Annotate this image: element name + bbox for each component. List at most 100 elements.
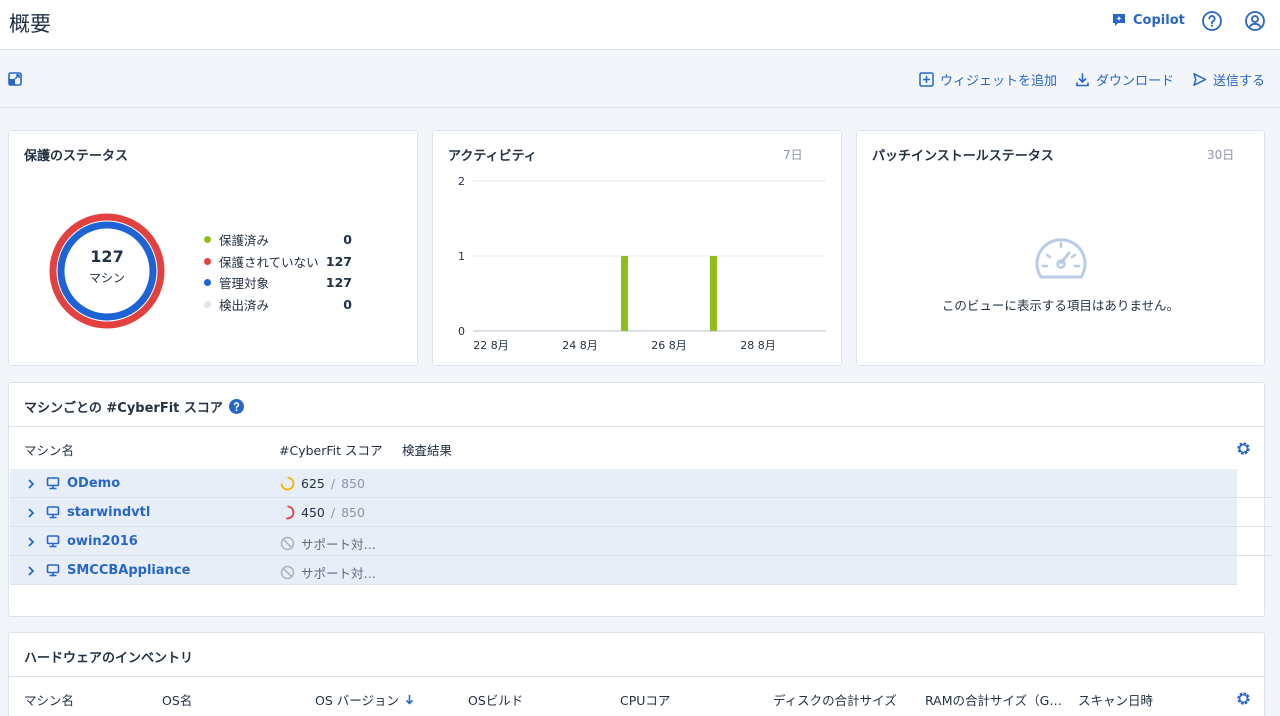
patch-status-title: パッチインストールステータス bbox=[872, 149, 1054, 164]
x-tick-label: 22 8月 bbox=[473, 339, 509, 352]
cyberfit-status-text: サポート対… bbox=[301, 537, 377, 552]
cyberfit-score-max: 850 bbox=[341, 505, 365, 520]
cyberfit-score-value: 450 bbox=[301, 505, 325, 520]
legend-item: 管理対象 127 bbox=[204, 272, 352, 294]
chevron-right-icon[interactable] bbox=[27, 537, 35, 547]
sort-descending-icon[interactable] bbox=[405, 694, 414, 705]
divider bbox=[9, 676, 1264, 677]
row-divider bbox=[1237, 498, 1272, 527]
download-button[interactable]: ダウンロード bbox=[1075, 70, 1174, 89]
speedometer-icon bbox=[1035, 238, 1087, 279]
cyberfit-score-max: 850 bbox=[341, 476, 365, 491]
cyberfit-title: マシンごとの #CyberFit スコア bbox=[24, 401, 223, 416]
column-cpu-cores[interactable]: CPUコア bbox=[620, 690, 670, 709]
help-icon[interactable] bbox=[1201, 10, 1223, 32]
hardware-inventory-title: ハードウェアのインベントリ bbox=[24, 651, 194, 666]
chevron-right-icon[interactable] bbox=[27, 508, 35, 518]
y-tick-label: 0 bbox=[458, 325, 465, 338]
table-row[interactable]: ODemo 625 / 850 bbox=[10, 469, 1237, 498]
activity-bar bbox=[621, 256, 628, 331]
legend-dot-discovered bbox=[204, 300, 211, 308]
add-widget-button[interactable]: ウィジェットを追加 bbox=[919, 70, 1057, 89]
column-settings-gear-icon[interactable] bbox=[1236, 441, 1251, 456]
cyberfit-card: マシンごとの #CyberFit スコア マシン名 #CyberFit スコア … bbox=[8, 382, 1272, 617]
cyberfit-status-text: サポート対… bbox=[301, 566, 377, 581]
dashboard-toolbar: ウィジェットを追加 ダウンロード 送信する bbox=[0, 51, 1280, 108]
score-separator: / bbox=[330, 505, 336, 520]
send-icon bbox=[1193, 73, 1207, 86]
computer-icon bbox=[46, 477, 60, 490]
y-tick-label: 1 bbox=[458, 250, 465, 263]
protection-total: 127 bbox=[90, 247, 124, 266]
page-title: 概要 bbox=[9, 12, 51, 36]
protection-total-label: マシン bbox=[88, 271, 125, 285]
download-label: ダウンロード bbox=[1096, 74, 1175, 89]
help-circle-icon[interactable] bbox=[228, 399, 244, 414]
legend-item: 検出済み 0 bbox=[204, 294, 352, 316]
activity-card: アクティビティ 7日 0 1 2 22 8月 24 8月 26 8月 28 8月 bbox=[432, 130, 842, 366]
send-button[interactable]: 送信する bbox=[1192, 70, 1265, 89]
column-disk-total[interactable]: ディスクの合計サイズ bbox=[773, 690, 897, 709]
table-row[interactable]: SMCCBAppliance サポート対… bbox=[10, 556, 1237, 585]
column-os-version[interactable]: OS バージョン bbox=[315, 690, 414, 709]
column-ram-total[interactable]: RAMの合計サイズ（G… bbox=[925, 690, 1062, 709]
x-tick-label: 28 8月 bbox=[740, 339, 776, 352]
computer-icon bbox=[46, 535, 60, 548]
column-machine-name[interactable]: マシン名 bbox=[24, 690, 74, 709]
chevron-right-icon[interactable] bbox=[27, 566, 35, 576]
cyberfit-score-value: 625 bbox=[301, 476, 325, 491]
patch-status-card: パッチインストールステータス 30日 このビューに表示する項目はありません。 bbox=[856, 130, 1265, 366]
protection-legend: 保護済み 0 保護されていない 127 管理対象 127 検出済み 0 bbox=[204, 229, 352, 315]
legend-dot-unprotected bbox=[204, 257, 211, 265]
table-row[interactable]: starwindvtl 450 / 850 bbox=[10, 498, 1237, 527]
row-divider bbox=[1237, 527, 1272, 556]
score-separator: / bbox=[330, 476, 336, 491]
send-label: 送信する bbox=[1213, 74, 1266, 89]
not-supported-icon bbox=[280, 565, 295, 580]
column-os-build[interactable]: OSビルド bbox=[468, 690, 523, 709]
row-divider bbox=[1237, 469, 1272, 498]
add-widget-label: ウィジェットを追加 bbox=[940, 74, 1058, 89]
add-square-icon bbox=[919, 72, 934, 87]
patch-empty-message: このビューに表示する項目はありません。 bbox=[941, 298, 1180, 313]
legend-item: 保護されていない 127 bbox=[204, 251, 352, 273]
computer-icon bbox=[46, 564, 60, 577]
copilot-button[interactable]: Copilot bbox=[1111, 12, 1185, 28]
user-profile-icon[interactable] bbox=[1244, 10, 1266, 32]
column-settings-gear-icon[interactable] bbox=[1236, 691, 1251, 706]
machine-name[interactable]: starwindvtl bbox=[67, 505, 150, 520]
machine-name[interactable]: ODemo bbox=[67, 476, 120, 491]
computer-icon bbox=[46, 506, 60, 519]
divider bbox=[9, 426, 1264, 427]
y-tick-label: 2 bbox=[458, 175, 465, 188]
legend-dot-managed bbox=[204, 279, 211, 287]
column-os-version-label: OS バージョン bbox=[315, 693, 399, 708]
top-bar: 概要 Copilot bbox=[0, 0, 1280, 50]
score-ring-icon bbox=[280, 476, 295, 491]
table-row[interactable]: owin2016 サポート対… bbox=[10, 527, 1237, 556]
chevron-right-icon[interactable] bbox=[27, 479, 35, 489]
hardware-inventory-card: ハードウェアのインベントリ マシン名 OS名 OS バージョン OSビルド CP… bbox=[8, 632, 1265, 716]
activity-bar bbox=[710, 256, 717, 331]
not-supported-icon bbox=[280, 536, 295, 551]
x-tick-label: 26 8月 bbox=[651, 339, 687, 352]
x-tick-label: 24 8月 bbox=[562, 339, 598, 352]
expand-icon[interactable] bbox=[8, 72, 22, 86]
column-scan-date[interactable]: スキャン日時 bbox=[1078, 690, 1153, 709]
legend-item: 保護済み 0 bbox=[204, 229, 352, 251]
column-scan-result[interactable]: 検査結果 bbox=[402, 440, 452, 459]
protection-status-title: 保護のステータス bbox=[24, 149, 129, 164]
machine-name[interactable]: owin2016 bbox=[67, 534, 138, 549]
protection-status-card: 保護のステータス 127 マシン 保護済み 0 保護されていない 127 管理対… bbox=[8, 130, 418, 366]
copilot-label: Copilot bbox=[1133, 12, 1185, 28]
column-os-name[interactable]: OS名 bbox=[162, 690, 192, 709]
activity-bar-chart: 0 1 2 22 8月 24 8月 26 8月 28 8月 bbox=[458, 175, 826, 352]
score-ring-icon bbox=[280, 505, 295, 520]
column-cyberfit-score[interactable]: #CyberFit スコア bbox=[279, 440, 383, 459]
legend-dot-protected bbox=[204, 236, 211, 244]
machine-name[interactable]: SMCCBAppliance bbox=[67, 563, 190, 578]
copilot-chat-icon bbox=[1113, 14, 1125, 26]
column-machine-name[interactable]: マシン名 bbox=[24, 440, 74, 459]
patch-status-period: 30日 bbox=[1207, 148, 1235, 162]
download-icon bbox=[1076, 73, 1089, 87]
